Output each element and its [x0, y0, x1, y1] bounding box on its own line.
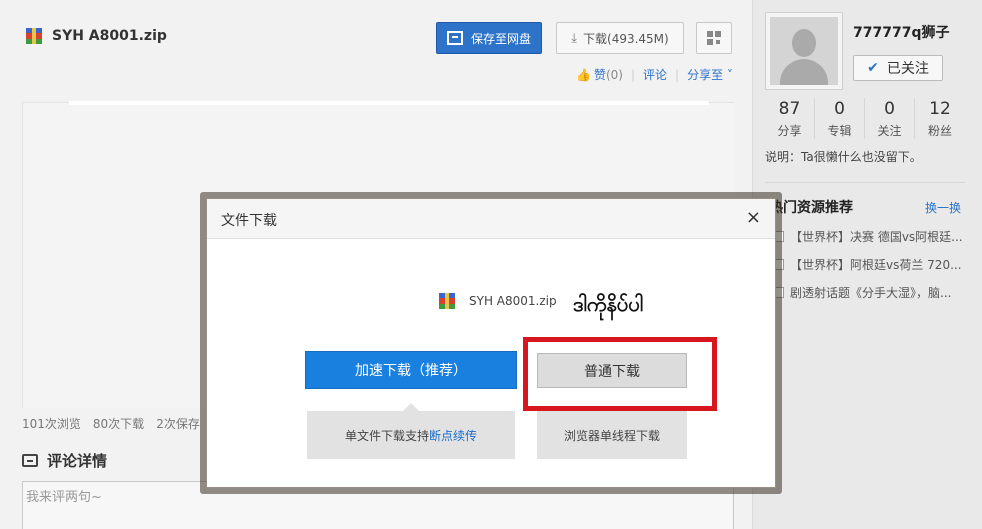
download-label: 下载(493.45M) [583, 31, 669, 46]
thumbs-up-icon: 👍 [576, 67, 591, 82]
save-to-cloud-button[interactable]: 保存至网盘 [436, 22, 542, 54]
save-count: 2次保存 [156, 417, 200, 431]
file-name: SYH A8001.zip [52, 28, 167, 44]
hot-item[interactable]: 【世界杯】阿根廷vs荷兰 720... [775, 256, 962, 273]
resume-download-link[interactable]: 断点续传 [429, 427, 477, 444]
checkmark-icon: ✔ [867, 60, 879, 76]
like-link[interactable]: 赞(0) [594, 66, 623, 83]
zip-file-icon [439, 293, 455, 309]
follow-button[interactable]: ✔ 已关注 [853, 55, 943, 81]
user-sidebar: 777777q狮子 ✔ 已关注 87 分享 0 专辑 0 关注 12 粉丝 说明… [752, 0, 982, 529]
download-count: 80次下载 [92, 417, 145, 431]
dialog-file-name: SYH A8001.zip [469, 294, 557, 308]
divider: | [675, 67, 680, 82]
username[interactable]: 777777q狮子 [853, 22, 949, 42]
hot-item[interactable]: 剧透射话题《分手大湿》，脑... [775, 284, 951, 301]
view-count: 101次浏览 [22, 417, 81, 431]
qr-code-button[interactable] [696, 22, 732, 54]
download-button[interactable]: ⤓ 下载(493.45M) [556, 22, 684, 54]
save-icon [446, 31, 463, 45]
save-to-cloud-label: 保存至网盘 [470, 31, 531, 46]
dialog-file-info: SYH A8001.zip [439, 293, 557, 309]
stat-albums[interactable]: 0 专辑 [815, 98, 865, 139]
stat-shares[interactable]: 87 分享 [765, 98, 815, 139]
chevron-down-icon: ˅ [723, 68, 733, 82]
divider [765, 182, 965, 183]
qr-code-icon [707, 31, 721, 45]
social-bar: 👍 赞(0) | 评论 | 分享至 ˅ [576, 66, 733, 83]
share-dropdown[interactable]: 分享至 ˅ [687, 66, 733, 83]
highlight-annotation-box [523, 337, 717, 411]
comment-icon [22, 454, 38, 467]
avatar[interactable] [765, 12, 843, 90]
file-stats: 101次浏览 80次下载 2次保存 [22, 415, 200, 432]
user-stats: 87 分享 0 专辑 0 关注 12 粉丝 [765, 98, 965, 139]
stat-following[interactable]: 0 关注 [865, 98, 915, 139]
refresh-link[interactable]: 换一换 [925, 199, 961, 216]
file-header: SYH A8001.zip [26, 28, 167, 44]
dialog-title: 文件下载 [221, 213, 277, 229]
divider: | [630, 67, 636, 82]
comments-heading: 评论详情 [22, 450, 107, 471]
fast-download-tip: 单文件下载支持 断点续传 [307, 403, 515, 459]
comment-link[interactable]: 评论 [643, 66, 667, 83]
download-dialog: 文件下载 × SYH A8001.zip ဒါကိုနိပ်ပါ 加速下载（推荐… [206, 198, 776, 488]
normal-download-tip: 浏览器单线程下载 [537, 411, 687, 459]
user-description: 说明：Ta很懒什么也没留下。 [765, 150, 922, 164]
download-icon: ⤓ [571, 30, 578, 46]
close-icon[interactable]: × [746, 208, 761, 228]
zip-file-icon [26, 28, 42, 44]
stat-followers[interactable]: 12 粉丝 [915, 98, 965, 139]
dialog-header: 文件下载 × [207, 199, 775, 239]
fast-download-button[interactable]: 加速下载（推荐） [305, 351, 517, 389]
hot-item[interactable]: 【世界杯】决赛 德国vs阿根廷... [775, 228, 963, 245]
annotation-text: ဒါကိုနိပ်ပါ [573, 292, 644, 316]
